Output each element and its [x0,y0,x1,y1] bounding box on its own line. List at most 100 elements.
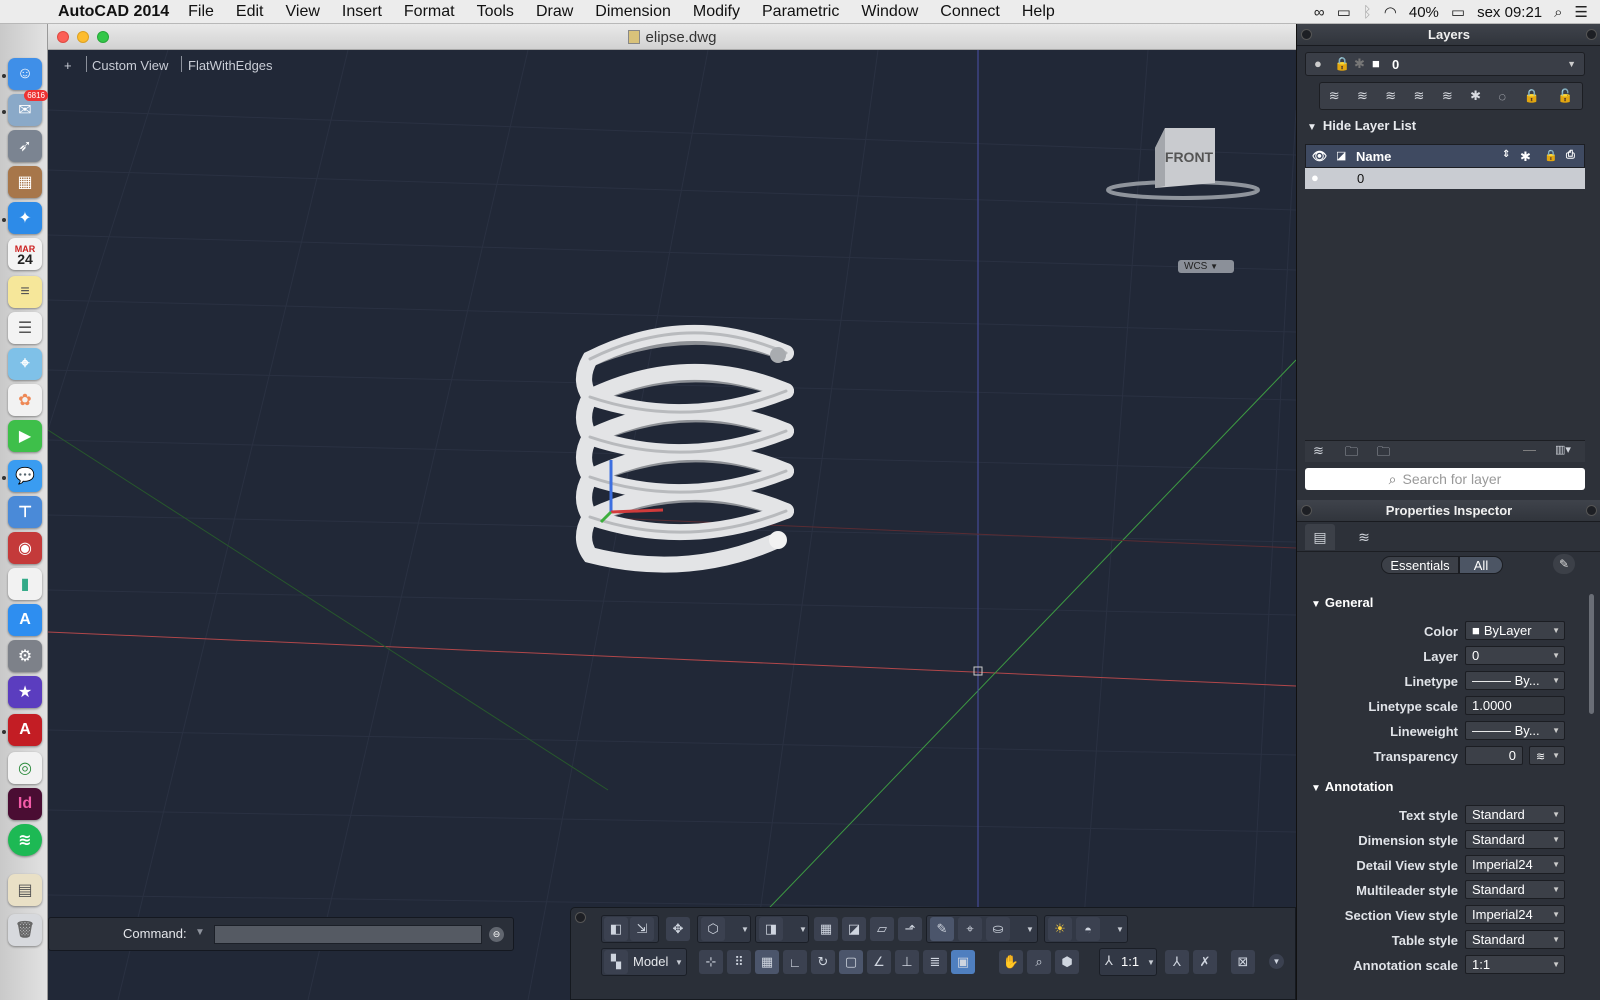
sort-icon[interactable]: ⇕ [1502,149,1510,160]
chevron-down-icon[interactable]: ▼ [1116,925,1124,934]
menu-parametric[interactable]: Parametric [751,3,850,21]
drawing-viewport[interactable]: + Custom View FlatWithEdges FRONT WCS ▼ [48,50,1296,1000]
auto-scale-icon[interactable]: ✗ [1193,950,1217,974]
command-expand-button[interactable]: ⊖ [489,927,504,942]
polar-tracking-icon[interactable]: ↻ [811,950,835,974]
photo-booth-icon[interactable]: ◉ [8,532,42,564]
downloads-stack-icon[interactable]: ▤ [8,874,42,906]
autocad-icon[interactable]: A [8,714,42,746]
new-layer-icon[interactable]: ≋ [1329,88,1340,104]
spotify-icon[interactable]: ≋ [8,824,42,856]
menu-file[interactable]: File [177,3,225,21]
menu-view[interactable]: View [275,3,331,21]
print-column-icon[interactable]: ⎙ [1566,149,1575,162]
notification-center-icon[interactable]: ☰ [1575,3,1588,21]
quick-select-icon[interactable]: ✎ [1553,554,1575,574]
hide-layer-list-toggle[interactable]: ▼ Hide Layer List [1307,118,1416,133]
annotation-section-toggle[interactable]: ▼ Annotation [1311,779,1394,794]
layer-off-icon[interactable]: ◌ [1498,89,1506,104]
bluetooth-icon[interactable]: ᛒ [1363,4,1372,21]
chevron-down-icon[interactable]: ▼ [1026,925,1034,934]
menu-window[interactable]: Window [850,3,929,21]
new-layer-button-icon[interactable]: ≋ [1313,443,1324,459]
wcs-menu[interactable]: WCS ▼ [1178,260,1234,273]
object-snap-tracking-icon[interactable]: ∠ [867,950,891,974]
union-icon[interactable]: ◪ [842,917,866,941]
panel-close-button[interactable] [1301,29,1312,40]
panel-close-button[interactable] [1301,505,1312,516]
tab-object-properties-icon[interactable]: ▤ [1305,524,1335,550]
menu-insert[interactable]: Insert [331,3,393,21]
menu-connect[interactable]: Connect [929,3,1011,21]
text-style-dropdown[interactable]: Standard ▼ [1465,805,1565,824]
annotation-scale-value[interactable]: 1:1 [1121,954,1139,969]
app-store-icon[interactable]: A [8,604,42,636]
layer-match-icon[interactable]: ≋ [1414,88,1425,104]
viewport-menu-button[interactable]: + [64,58,72,73]
essentials-toggle[interactable]: Essentials [1381,556,1459,574]
indesign-icon[interactable]: Id [8,788,42,820]
chevron-down-icon[interactable]: ▼ [1147,958,1155,967]
creative-cloud-icon[interactable]: ∞ [1314,4,1325,21]
lock-column-icon[interactable]: 🔒 [1544,149,1558,162]
layout-grid-icon[interactable]: ▚ [604,950,628,974]
notes-icon[interactable]: ≡ [8,276,42,308]
mesh-icon[interactable]: ▦ [814,917,838,941]
layer-freeze-icon[interactable]: ✱ [1470,88,1481,104]
infer-constraints-icon[interactable]: ⊹ [699,950,723,974]
calendar-icon[interactable]: MAR 24 [8,238,42,270]
app-menu[interactable]: AutoCAD 2014 [58,3,169,21]
command-history-dropdown[interactable]: ▼ [195,927,205,938]
solid-icon[interactable]: ◨ [759,917,783,941]
trash-icon[interactable]: 🗑 [8,914,42,946]
dynamic-ucs-icon[interactable]: ⊥ [895,950,919,974]
lineweight-icon[interactable]: ≣ [923,950,947,974]
column-name-header[interactable]: Name [1356,149,1391,164]
general-section-toggle[interactable]: ▼ General [1311,595,1373,610]
imovie-icon[interactable]: ★ [8,676,42,708]
color-dropdown[interactable]: ■ ByLayer ▼ [1465,621,1565,640]
box-icon[interactable]: ◧ [604,917,628,941]
chevron-down-icon[interactable]: ▼ [741,925,749,934]
menu-dimension[interactable]: Dimension [584,3,682,21]
new-group-filter-icon[interactable]: 🗀 [1345,443,1358,465]
annotation-scale-dropdown[interactable]: 1:1 ▼ [1465,955,1565,974]
spotlight-search-icon[interactable]: ⌕ [1554,4,1562,21]
lineweight-dropdown[interactable]: ——— By... ▼ [1465,721,1565,740]
transparency-field[interactable]: 0 [1465,746,1523,765]
view-controls-label[interactable]: Custom View [92,58,168,73]
detail-view-style-dropdown[interactable]: Imperial24 ▼ [1465,855,1565,874]
ortho-mode-icon[interactable]: ∟ [783,950,807,974]
material-icon[interactable]: ◓ [1076,917,1100,941]
layer-search-field[interactable]: ⌕ Search for layer [1305,468,1585,490]
layer-settings-icon[interactable]: ▥▾ [1555,443,1571,456]
finder-icon[interactable]: ☺ [8,58,42,90]
menu-modify[interactable]: Modify [682,3,751,21]
delete-layer-button-icon[interactable]: — [1523,442,1536,457]
layer-lock-icon[interactable]: 🔒 [1523,88,1539,104]
clock[interactable]: sex 09:21 [1477,4,1542,21]
multileader-style-dropdown[interactable]: Standard ▼ [1465,880,1565,899]
orbit-cube-icon[interactable]: ⬢ [1055,950,1079,974]
chevron-down-icon[interactable]: ▼ [799,925,807,934]
transparency-icon[interactable]: ▣ [951,950,975,974]
tab-layer-properties-icon[interactable]: ≋ [1349,524,1379,550]
maps-icon[interactable]: ⌖ [8,348,42,380]
extract-icon[interactable]: ⬏ [898,917,922,941]
mail-icon[interactable]: ✉ 6816 [8,90,48,126]
keynote-icon[interactable]: ⊤ [8,496,42,528]
full-screen-icon[interactable]: ⊠ [1231,950,1255,974]
menu-format[interactable]: Format [393,3,466,21]
system-preferences-icon[interactable]: ⚙ [8,640,42,672]
pan-icon[interactable]: ✋ [999,950,1023,974]
zoom-icon[interactable]: ⌕ [1027,950,1051,974]
transparency-dropdown[interactable]: ≋ ▼ [1529,746,1565,765]
freeze-column-icon[interactable]: ✱ [1520,149,1531,165]
grid-display-icon[interactable]: ▦ [755,950,779,974]
layer-visible-icon[interactable]: ● [1311,170,1319,185]
slice-icon[interactable]: ▱ [870,917,894,941]
dimension-style-dropdown[interactable]: Standard ▼ [1465,830,1565,849]
sun-icon[interactable]: ☀ [1048,917,1072,941]
menu-tools[interactable]: Tools [466,3,525,21]
panel-collapse-button[interactable] [1586,29,1597,40]
